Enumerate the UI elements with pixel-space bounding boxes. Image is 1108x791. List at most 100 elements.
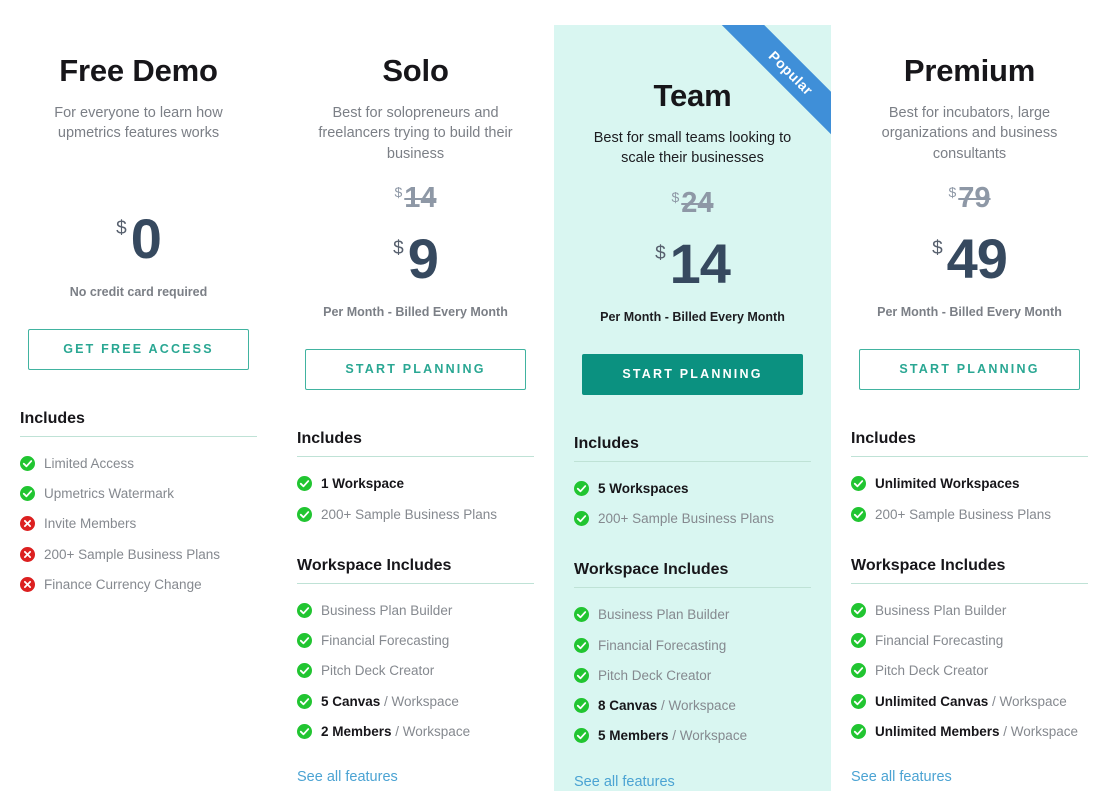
- plan-card-team: Popular Team Best for small teams looking …: [554, 25, 831, 791]
- old-price-currency: $: [671, 188, 680, 205]
- plan-card-premium: Premium Best for incubators, large organi…: [831, 0, 1108, 791]
- feature-item-label: Finance Currency Change: [44, 576, 202, 592]
- feature-item: 2 Members / Workspace: [297, 717, 534, 747]
- features-section-heading: Workspace Includes: [851, 557, 1088, 584]
- feature-item: 5 Workspaces: [574, 474, 811, 504]
- features-section-heading: Includes: [20, 410, 257, 437]
- old-price-amount: 24: [681, 186, 714, 219]
- check-icon: [851, 633, 866, 649]
- feature-item: Pitch Deck Creator: [574, 661, 811, 691]
- feature-item-label: 5 Canvas / Workspace: [321, 693, 459, 709]
- feature-item: Pitch Deck Creator: [851, 656, 1088, 686]
- feature-item: Unlimited Canvas / Workspace: [851, 687, 1088, 717]
- feature-list: 5 Workspaces 200+ Sample Business Plans: [574, 474, 811, 535]
- feature-list: Business Plan Builder Financial Forecasti…: [297, 596, 534, 747]
- check-icon: [574, 667, 589, 683]
- check-icon: [851, 506, 866, 522]
- check-icon: [297, 663, 312, 679]
- feature-item-label: Pitch Deck Creator: [321, 663, 435, 679]
- features-section-heading: Workspace Includes: [574, 561, 811, 589]
- feature-item: Unlimited Members / Workspace: [851, 717, 1088, 747]
- old-price-amount: 79: [958, 182, 991, 215]
- feature-item-label: 200+ Sample Business Plans: [875, 506, 1051, 522]
- plan-tagline: Best for incubators, large organizations…: [881, 104, 1058, 162]
- features-section-heading: Includes: [297, 430, 534, 458]
- feature-item-label: 2 Members / Workspace: [321, 723, 471, 739]
- feature-item: Limited Access: [20, 449, 257, 479]
- check-icon: [297, 476, 312, 492]
- see-all-features-link[interactable]: See all features: [574, 774, 811, 790]
- check-icon: [851, 663, 866, 679]
- feature-item-label: Unlimited Workspaces: [875, 476, 1020, 492]
- feature-item-label: Business Plan Builder: [598, 607, 730, 623]
- billing-note: Per Month - Billed Every Month: [600, 309, 785, 324]
- check-icon: [297, 723, 312, 739]
- price-amount: 0: [130, 206, 162, 270]
- feature-item-label: Limited Access: [44, 455, 135, 471]
- plan-name: Team: [653, 78, 732, 113]
- check-icon: [297, 693, 312, 709]
- price-amount: 9: [407, 227, 439, 291]
- see-all-features-link[interactable]: See all features: [297, 769, 534, 785]
- see-all-features-link[interactable]: See all features: [851, 769, 1088, 785]
- check-icon: [851, 476, 866, 492]
- feature-item-label: 5 Workspaces: [598, 480, 689, 496]
- check-icon: [20, 486, 35, 502]
- feature-item: Invite Members: [20, 509, 257, 539]
- feature-item: Financial Forecasting: [297, 626, 534, 656]
- feature-item: 1 Workspace: [297, 469, 534, 499]
- price-currency: $: [393, 238, 404, 260]
- feature-item-label: Pitch Deck Creator: [598, 667, 712, 683]
- check-icon: [574, 698, 589, 714]
- price-block: $0$0 No credit card required: [20, 144, 257, 299]
- feature-item-label: Unlimited Members / Workspace: [875, 723, 1079, 739]
- plan-tagline: Best for small teams looking to scale th…: [593, 129, 792, 167]
- check-icon: [20, 455, 35, 471]
- cta-button[interactable]: START PLANNING: [859, 349, 1080, 391]
- price-currency: $: [655, 242, 666, 264]
- feature-item: Unlimited Workspaces: [851, 469, 1088, 499]
- price-amount: 49: [946, 227, 1008, 291]
- feature-item-label: Unlimited Canvas / Workspace: [875, 693, 1067, 709]
- cta-button[interactable]: START PLANNING: [582, 353, 803, 395]
- old-price-currency: $: [948, 184, 957, 201]
- cta-button[interactable]: GET FREE ACCESS: [28, 328, 249, 370]
- check-icon: [574, 637, 589, 653]
- price-block: $79 $49 Per Month - Billed Every Month: [851, 164, 1088, 320]
- feature-list: Business Plan Builder Financial Forecasti…: [851, 596, 1088, 747]
- feature-item-label: 5 Members / Workspace: [598, 728, 748, 744]
- old-price: $24: [574, 186, 811, 219]
- price-amount: 14: [669, 231, 731, 295]
- feature-item-label: 200+ Sample Business Plans: [598, 511, 774, 527]
- billing-note: Per Month - Billed Every Month: [877, 305, 1062, 320]
- feature-item: Pitch Deck Creator: [297, 656, 534, 686]
- feature-item: Business Plan Builder: [574, 600, 811, 630]
- plan-name: Premium: [903, 53, 1036, 88]
- price-currency: $: [932, 238, 943, 260]
- plan-tagline: Best for solopreneurs and freelancers tr…: [318, 104, 513, 162]
- feature-item-label: Financial Forecasting: [321, 633, 450, 649]
- plan-name: Free Demo: [59, 53, 218, 88]
- cta-button[interactable]: START PLANNING: [305, 349, 526, 391]
- current-price: $14: [574, 235, 811, 292]
- feature-item-label: Financial Forecasting: [875, 633, 1004, 649]
- feature-item: Upmetrics Watermark: [20, 479, 257, 509]
- check-icon: [574, 607, 589, 623]
- current-price: $49: [851, 231, 1088, 287]
- feature-item: Finance Currency Change: [20, 570, 257, 600]
- current-price: $9: [297, 231, 534, 287]
- price-block: $14 $9 Per Month - Billed Every Month: [297, 164, 534, 320]
- pricing-plans-grid: Free Demo For everyone to learn how upmet…: [0, 0, 1108, 791]
- feature-item-label: 8 Canvas / Workspace: [598, 698, 736, 714]
- feature-item-label: Financial Forecasting: [598, 637, 727, 653]
- feature-item: 200+ Sample Business Plans: [574, 504, 811, 534]
- plan-card-free-demo: Free Demo For everyone to learn how upmet…: [0, 0, 277, 791]
- check-icon: [574, 511, 589, 527]
- feature-item: 5 Members / Workspace: [574, 721, 811, 751]
- feature-list: Limited Access Upmetrics Watermark Invite …: [20, 449, 257, 600]
- plan-name: Solo: [382, 53, 449, 88]
- plan-tagline: For everyone to learn how upmetrics feat…: [54, 104, 223, 142]
- old-price-amount: 14: [404, 182, 437, 215]
- feature-item: Business Plan Builder: [851, 596, 1088, 626]
- check-icon: [297, 602, 312, 618]
